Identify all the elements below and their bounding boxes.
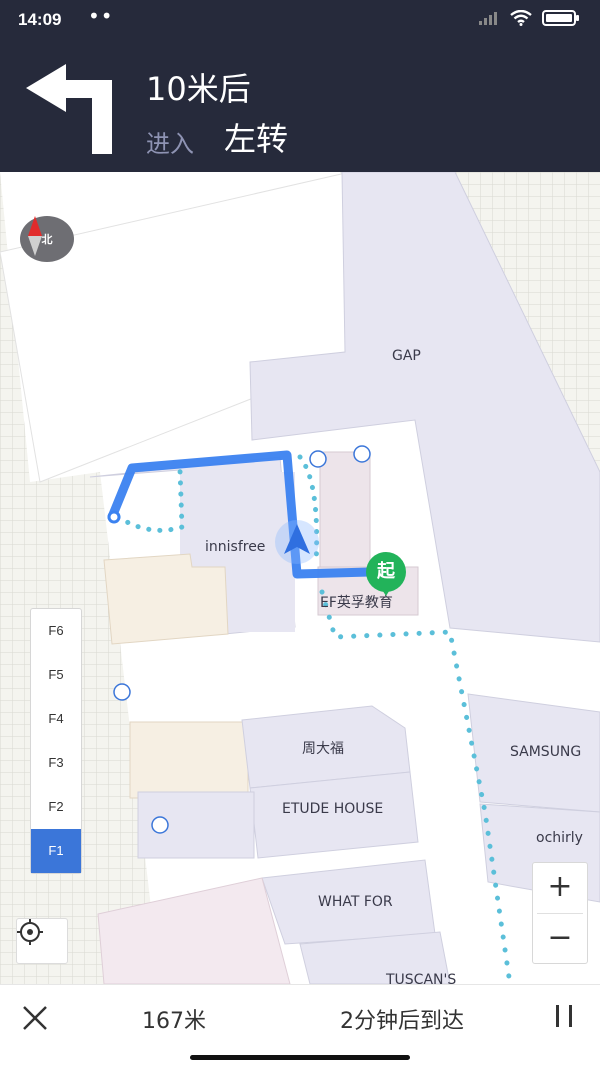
instruction-enter-label: 进入 bbox=[146, 130, 194, 158]
locate-button[interactable] bbox=[16, 918, 68, 964]
zoom-out-button[interactable]: − bbox=[533, 914, 587, 964]
instruction-action: 左转 bbox=[224, 120, 289, 158]
remaining-distance: 167米 bbox=[142, 1009, 206, 1034]
floor-selector: F6 F5 F4 F3 F2 F1 bbox=[30, 608, 82, 874]
floor-f6[interactable]: F6 bbox=[31, 609, 81, 653]
crosshair-icon bbox=[17, 919, 43, 945]
start-marker[interactable]: 起 bbox=[366, 552, 406, 596]
escalator-icon-lower bbox=[151, 816, 169, 834]
status-time: 14:09 bbox=[18, 10, 62, 29]
notification-dots: •• bbox=[88, 4, 114, 28]
pause-bar-right bbox=[569, 1005, 572, 1027]
map-canvas bbox=[0, 172, 600, 984]
label-ochirly: ochirly bbox=[536, 830, 583, 846]
store-beige-2 bbox=[129, 721, 249, 799]
compass-button[interactable]: 北 bbox=[20, 216, 74, 262]
store-beige-1 bbox=[103, 553, 229, 645]
floor-f5[interactable]: F5 bbox=[31, 653, 81, 697]
instruction-distance: 10米后 bbox=[146, 70, 251, 108]
floor-f1[interactable]: F1 bbox=[31, 829, 81, 873]
arrival-eta: 2分钟后到达 bbox=[340, 1009, 464, 1034]
label-tuscans: TUSCAN'S bbox=[386, 972, 457, 984]
floor-f4[interactable]: F4 bbox=[31, 697, 81, 741]
signal-icon bbox=[479, 12, 497, 25]
label-zhoudafu: 周大福 bbox=[302, 741, 344, 757]
close-icon[interactable] bbox=[18, 1001, 52, 1035]
elevator-icon bbox=[309, 450, 327, 468]
floor-f2[interactable]: F2 bbox=[31, 785, 81, 829]
wifi-icon bbox=[510, 10, 532, 26]
compass-north-label: 北 bbox=[41, 233, 53, 246]
label-innisfree: innisfree bbox=[205, 539, 266, 555]
zoom-controls: + − bbox=[532, 862, 588, 964]
restroom-icon bbox=[113, 683, 131, 701]
label-etude: ETUDE HOUSE bbox=[282, 801, 384, 817]
route-end-point bbox=[107, 510, 121, 524]
pause-bar-left bbox=[556, 1005, 559, 1027]
current-position-icon bbox=[275, 520, 319, 564]
label-samsung: SAMSUNG bbox=[510, 744, 582, 760]
indoor-map[interactable]: GAP innisfree EF英孚教育 周大福 SAMSUNG ETUDE H… bbox=[0, 172, 600, 984]
home-indicator[interactable] bbox=[190, 1055, 410, 1060]
status-icons bbox=[478, 10, 580, 26]
zoom-in-button[interactable]: + bbox=[533, 863, 587, 913]
bottom-bar: 167米 2分钟后到达 bbox=[0, 984, 600, 1068]
navigation-header: 10米后 进入 左转 bbox=[0, 42, 600, 172]
battery-icon bbox=[542, 10, 579, 26]
pause-button[interactable] bbox=[548, 1003, 580, 1031]
label-whatfor: WHAT FOR bbox=[318, 894, 393, 910]
status-bar: 14:09 •• bbox=[0, 0, 600, 42]
label-gap: GAP bbox=[392, 348, 421, 364]
store-ef bbox=[319, 451, 371, 568]
turn-left-icon bbox=[26, 64, 112, 154]
escalator-icon bbox=[353, 445, 371, 463]
floor-f3[interactable]: F3 bbox=[31, 741, 81, 785]
